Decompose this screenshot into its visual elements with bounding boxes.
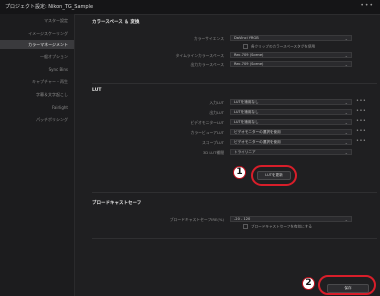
sidebar-item-sync-bins[interactable]: Sync Bins [49, 67, 68, 72]
output-colorspace-value: Rec.709 (Scene) [234, 62, 264, 66]
window-menu-icon[interactable]: ••• [360, 2, 374, 9]
checkbox-label: ブロードキャストセーフを有効にする [251, 224, 312, 229]
chevron-down-icon: ⌄ [344, 53, 348, 58]
checkbox-label: 各クリップのカラースペースタグを使用 [251, 44, 316, 49]
checkbox-icon [243, 224, 248, 229]
settings-sidebar: マスター設定 イメージスケーリング カラーマネージメント 一般オプション Syn… [0, 14, 75, 296]
chevron-down-icon: ⌄ [344, 120, 348, 125]
input-lut-value: LUTを適用なし [234, 100, 259, 104]
output-lut-more-icon[interactable]: ••• [356, 108, 366, 114]
use-clip-colorspace-checkbox[interactable]: 各クリップのカラースペースタグを使用 [243, 44, 315, 50]
output-lut-dropdown[interactable]: LUTを適用なし ⌄ [230, 109, 352, 115]
sidebar-item-capture-playback[interactable]: キャプチャー・再生 [32, 79, 68, 85]
color-science-label: カラーサイエンス [193, 36, 224, 41]
section-divider [92, 238, 377, 239]
chevron-down-icon: ⌄ [344, 217, 348, 222]
chevron-down-icon: ⌄ [344, 150, 348, 155]
section-title-broadcast-safe: ブロードキャストセーフ [92, 201, 142, 206]
broadcast-ire-value: -20 - 120 [234, 217, 251, 221]
broadcast-ire-dropdown[interactable]: -20 - 120 ⌄ [230, 216, 352, 222]
scope-lut-more-icon[interactable]: ••• [356, 138, 366, 144]
input-lut-dropdown[interactable]: LUTを適用なし ⌄ [230, 99, 352, 105]
sidebar-item-subtitles[interactable]: 字幕＆文字起こし [36, 92, 68, 98]
input-lut-label: 入力LUT [209, 100, 224, 105]
video-monitor-lut-more-icon[interactable]: ••• [356, 118, 366, 124]
settings-main-panel: カラースペース ＆ 変換 カラーサイエンス DaVinci YRGB ⌄ 各クリッ… [75, 14, 380, 296]
color-viewer-lut-label: カラービューアLUT [190, 130, 224, 135]
chevron-down-icon: ⌄ [344, 130, 348, 135]
section-title-color-space: カラースペース ＆ 変換 [92, 20, 140, 25]
enable-broadcast-safe-checkbox[interactable]: ブロードキャストセーフを有効にする [243, 224, 312, 230]
step-1-badge: 1 [233, 166, 246, 179]
chevron-down-icon: ⌄ [344, 100, 348, 105]
color-viewer-lut-more-icon[interactable]: ••• [356, 128, 366, 134]
scope-lut-dropdown[interactable]: ビデオモニターの選択を使用 ⌄ [230, 139, 352, 145]
sidebar-item-image-scaling[interactable]: イメージスケーリング [28, 31, 68, 37]
project-settings-window: プロジェクト設定: Nikon_TG_Sample ••• マスター設定 イメー… [0, 0, 380, 296]
section-divider [92, 192, 377, 193]
step-2-badge: 2 [302, 277, 315, 290]
window-title: プロジェクト設定: Nikon_TG_Sample [5, 4, 94, 10]
input-lut-more-icon[interactable]: ••• [356, 98, 366, 104]
sidebar-item-color-management[interactable]: カラーマネージメント [0, 40, 74, 49]
checkbox-icon [243, 44, 248, 49]
sidebar-item-patch-policy[interactable]: パッチポリシング [36, 117, 68, 123]
output-colorspace-dropdown[interactable]: Rec.709 (Scene) ⌄ [230, 61, 352, 67]
output-lut-label: 出力LUT [209, 110, 224, 115]
highlight-ring-update-lut [251, 165, 297, 186]
lut-interpolation-value: トライリニア [234, 150, 256, 154]
lut-interpolation-dropdown[interactable]: トライリニア ⌄ [230, 149, 352, 155]
section-title-lut: LUT [92, 88, 102, 93]
chevron-down-icon: ⌄ [344, 62, 348, 67]
color-viewer-lut-dropdown[interactable]: ビデオモニターの選択を使用 ⌄ [230, 129, 352, 135]
timeline-colorspace-value: Rec.709 (Scene) [234, 53, 264, 57]
chevron-down-icon: ⌄ [344, 110, 348, 115]
output-colorspace-label: 出力カラースペース [190, 62, 224, 67]
sidebar-item-fairlight[interactable]: Fairlight [52, 105, 68, 110]
highlight-ring-save [318, 275, 376, 295]
video-monitor-lut-label: ビデオモニターLUT [190, 120, 224, 125]
color-viewer-lut-value: ビデオモニターの選択を使用 [234, 130, 281, 134]
title-bar: プロジェクト設定: Nikon_TG_Sample ••• [0, 0, 380, 15]
timeline-colorspace-label: タイムラインカラースペース [175, 53, 224, 58]
sidebar-item-master[interactable]: マスター設定 [44, 18, 68, 24]
timeline-colorspace-dropdown[interactable]: Rec.709 (Scene) ⌄ [230, 52, 352, 58]
scope-lut-value: ビデオモニターの選択を使用 [234, 140, 281, 144]
color-science-dropdown[interactable]: DaVinci YRGB ⌄ [230, 35, 352, 41]
chevron-down-icon: ⌄ [344, 36, 348, 41]
lut-interpolation-label: 3D LUT補間 [202, 150, 224, 155]
section-divider [92, 83, 377, 84]
color-science-value: DaVinci YRGB [234, 36, 259, 40]
chevron-down-icon: ⌄ [344, 140, 348, 145]
video-monitor-lut-value: LUTを適用なし [234, 120, 259, 124]
broadcast-ire-label: ブロードキャストセーフIRE(%) [169, 217, 224, 222]
video-monitor-lut-dropdown[interactable]: LUTを適用なし ⌄ [230, 119, 352, 125]
scope-lut-label: スコープLUT [202, 140, 224, 145]
sidebar-item-general-options[interactable]: 一般オプション [40, 54, 68, 60]
output-lut-value: LUTを適用なし [234, 110, 259, 114]
